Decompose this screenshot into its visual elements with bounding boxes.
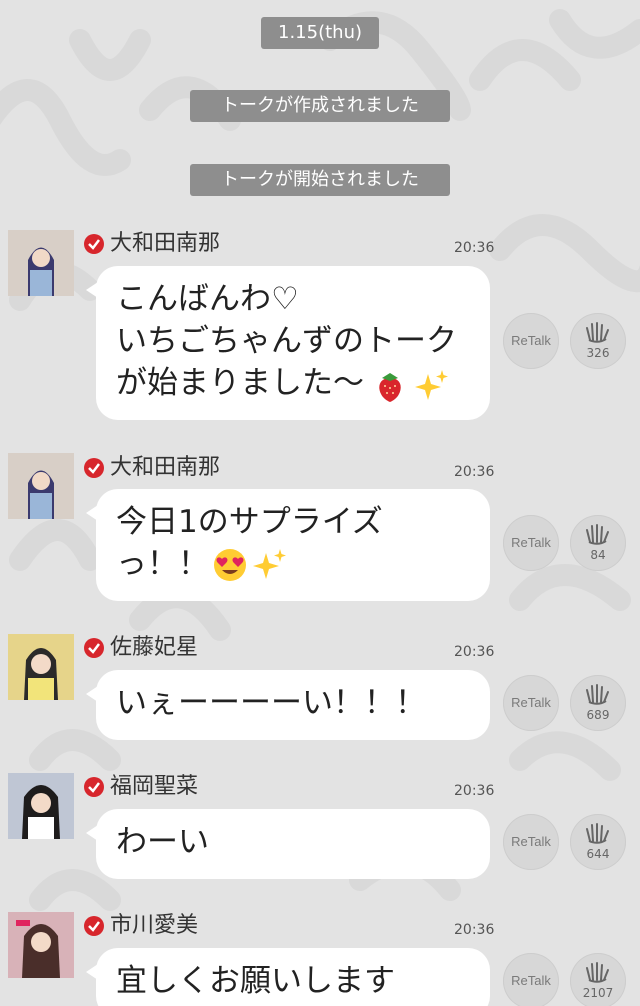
avatar[interactable] <box>8 453 74 519</box>
sender-name: 福岡聖菜 <box>110 774 199 799</box>
message-bubble[interactable]: 今日1のサプライズ っ！！ <box>86 489 490 601</box>
sender-name: 市川愛美 <box>110 913 199 938</box>
system-message-created: トークが作成されました <box>190 90 450 122</box>
sender-name: 佐藤妃星 <box>110 635 199 660</box>
clap-button[interactable]: 689 <box>570 675 626 731</box>
verified-badge-icon <box>84 638 104 658</box>
clap-icon <box>586 322 609 343</box>
retalk-button[interactable]: ReTalk <box>503 814 559 870</box>
retalk-button[interactable]: ReTalk <box>503 313 559 369</box>
clap-button[interactable]: 2107 <box>570 953 626 1006</box>
message-time: 20:36 <box>454 240 495 256</box>
clap-count: 326 <box>586 346 610 360</box>
message-item: 市川愛美 20:36 宜しくお願いします(^^♪ ReTalk 2107 <box>0 911 640 1006</box>
clap-icon <box>586 684 609 705</box>
message-item: 佐藤妃星 20:36 いぇーーーーい！！！ ReTalk 689 <box>0 633 640 753</box>
heart-eyes-icon <box>214 549 246 581</box>
message-text: 今日1のサプライズ っ！！ <box>116 504 383 582</box>
system-message-started: トークが開始されました <box>190 164 450 196</box>
avatar[interactable] <box>8 230 74 296</box>
message-bubble[interactable]: わーい <box>86 809 490 879</box>
sender-name: 大和田南那 <box>110 231 221 256</box>
clap-button[interactable]: 644 <box>570 814 626 870</box>
message-text: 宜しくお願いします(^^♪ <box>116 963 395 1006</box>
message-item: 大和田南那 20:36 こんばんわ♡ いちごちゃんずのトーク が始まりました〜 … <box>0 229 640 429</box>
clap-count: 84 <box>590 548 606 562</box>
clap-count: 644 <box>586 847 610 861</box>
retalk-button[interactable]: ReTalk <box>503 515 559 571</box>
avatar[interactable] <box>8 912 74 978</box>
sparkles-icon <box>253 549 286 579</box>
message-time: 20:36 <box>454 464 495 480</box>
clap-count: 2107 <box>582 986 614 1000</box>
message-time: 20:36 <box>454 922 495 938</box>
sparkles-icon <box>415 370 448 400</box>
clap-button[interactable]: 84 <box>570 515 626 571</box>
retalk-button[interactable]: ReTalk <box>503 675 559 731</box>
verified-badge-icon <box>84 458 104 478</box>
clap-icon <box>586 823 609 844</box>
strawberry-icon <box>379 373 401 402</box>
message-item: 大和田南那 20:36 今日1のサプライズ っ！！ ReTalk 84 <box>0 453 640 613</box>
clap-button[interactable]: 326 <box>570 313 626 369</box>
verified-badge-icon <box>84 916 104 936</box>
message-bubble[interactable]: いぇーーーーい！！！ <box>86 670 490 740</box>
message-text: いぇーーーーい！！！ <box>116 685 426 721</box>
sender-name: 大和田南那 <box>110 455 221 480</box>
avatar[interactable] <box>8 634 74 700</box>
verified-badge-icon <box>84 234 104 254</box>
message-time: 20:36 <box>454 783 495 799</box>
message-time: 20:36 <box>454 644 495 660</box>
message-text: わーい <box>116 824 209 860</box>
date-divider: 1.15(thu) <box>261 17 379 49</box>
message-bubble[interactable]: 宜しくお願いします(^^♪ <box>86 948 490 1006</box>
verified-badge-icon <box>84 777 104 797</box>
avatar[interactable] <box>8 773 74 839</box>
retalk-button[interactable]: ReTalk <box>503 953 559 1006</box>
clap-icon <box>586 962 609 983</box>
message-bubble[interactable]: こんばんわ♡ いちごちゃんずのトーク が始まりました〜 <box>86 266 490 420</box>
message-item: 福岡聖菜 20:36 わーい ReTalk 644 <box>0 772 640 892</box>
clap-icon <box>586 524 609 545</box>
clap-count: 689 <box>586 708 610 722</box>
